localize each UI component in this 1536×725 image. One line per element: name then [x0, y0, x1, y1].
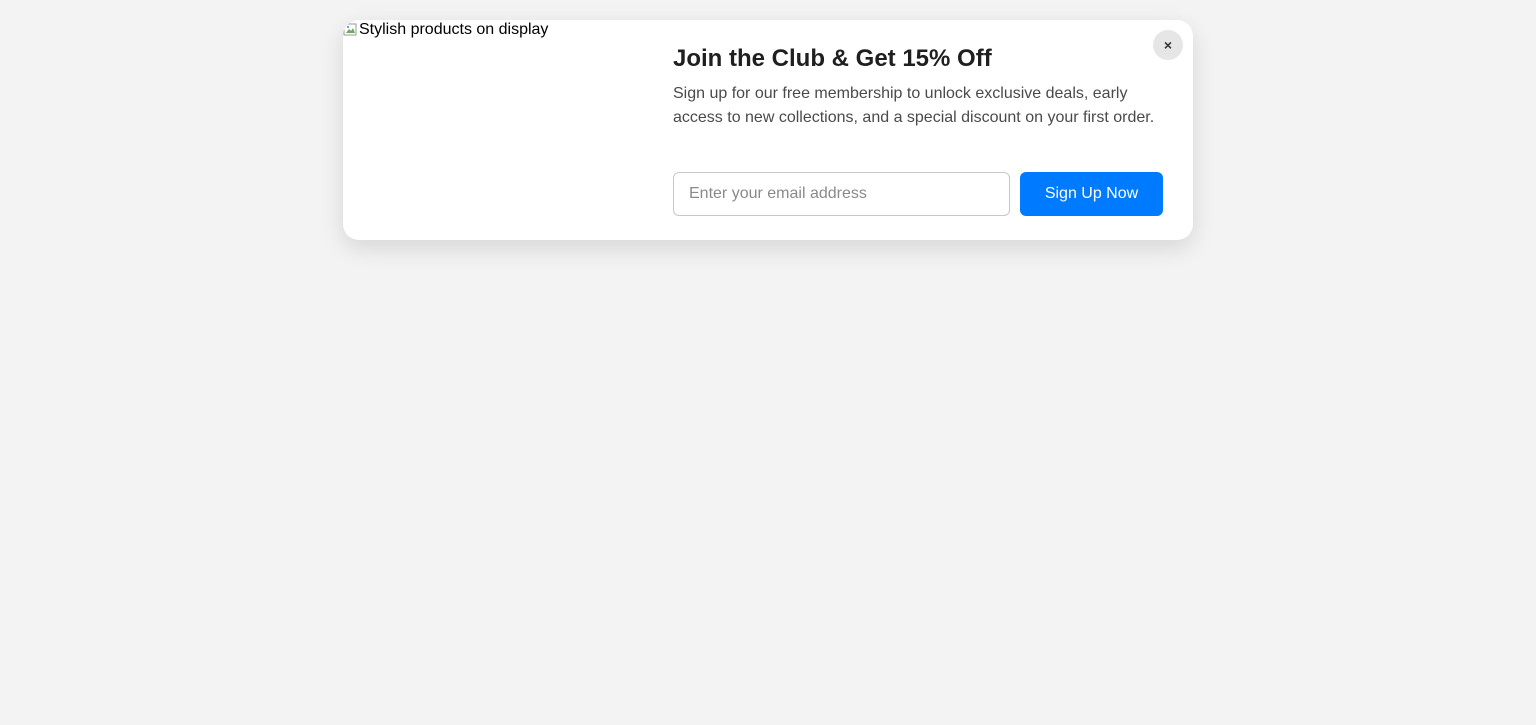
modal-content: Join the Club & Get 15% Off Sign up for … [673, 44, 1163, 130]
close-icon: × [1163, 37, 1173, 53]
modal-description: Sign up for our free membership to unloc… [673, 85, 1155, 126]
modal-title: Join the Club & Get 15% Off [673, 45, 992, 72]
image-alt-text: Stylish products on display [359, 21, 549, 38]
close-button[interactable]: × [1153, 30, 1183, 60]
broken-image-placeholder: Stylish products on display [343, 20, 548, 40]
email-input[interactable] [673, 172, 1010, 216]
sign-up-button[interactable]: Sign Up Now [1020, 172, 1163, 216]
promo-image: Stylish products on display [343, 20, 643, 240]
broken-image-icon [343, 22, 359, 38]
signup-form: Sign Up Now [673, 172, 1163, 216]
signup-modal: Stylish products on display Join the Clu… [343, 20, 1193, 240]
